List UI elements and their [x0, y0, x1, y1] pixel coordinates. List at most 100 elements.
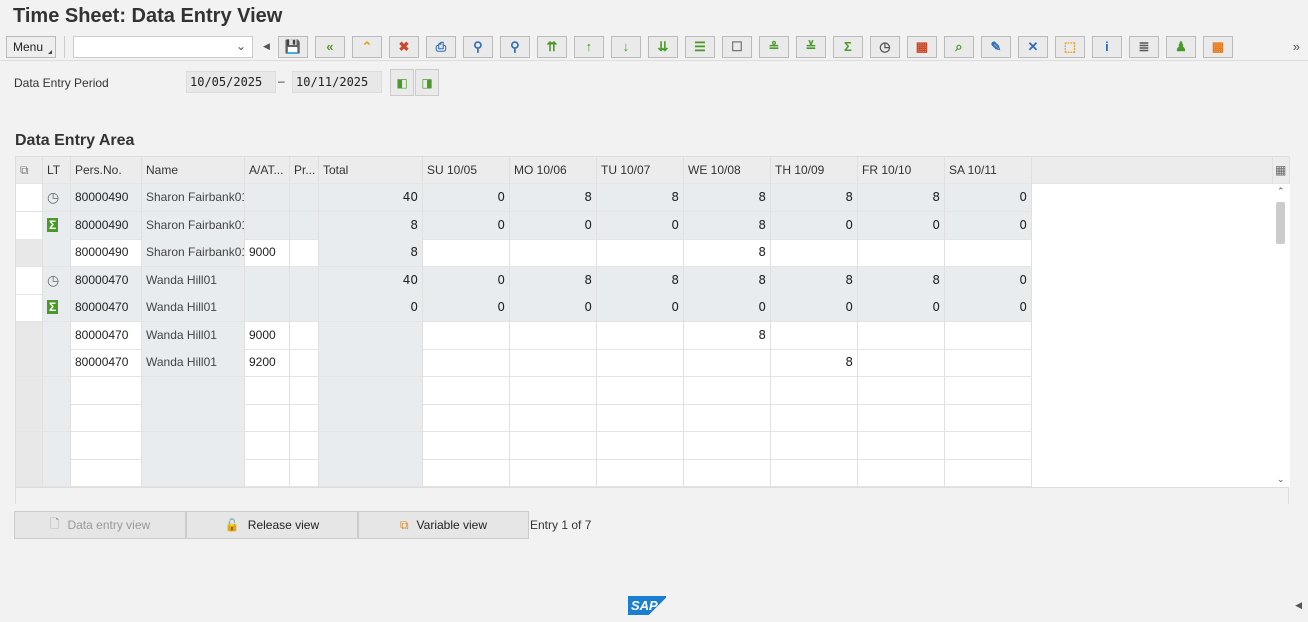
day-hours-cell[interactable]	[510, 239, 597, 267]
column-header[interactable]: Pers.No.	[71, 157, 142, 184]
day-hours-cell[interactable]	[945, 321, 1032, 350]
day-hours-cell[interactable]	[858, 239, 945, 267]
attendance-type-cell[interactable]	[245, 404, 290, 432]
pers-no-cell[interactable]	[71, 431, 142, 460]
day-hours-cell[interactable]	[771, 376, 858, 405]
day-hours-cell[interactable]	[684, 349, 771, 377]
day-hours-cell[interactable]	[684, 459, 771, 487]
previous-period-button[interactable]: ◧	[390, 69, 414, 96]
row-selector[interactable]	[16, 349, 43, 377]
day-hours-cell[interactable]: 8	[771, 349, 858, 377]
period-from-input[interactable]: 10/05/2025	[186, 71, 276, 93]
day-hours-cell[interactable]	[945, 459, 1032, 487]
day-hours-cell[interactable]	[858, 349, 945, 377]
column-header[interactable]: A/AT...	[245, 157, 290, 184]
day-hours-cell[interactable]	[423, 404, 510, 432]
day-hours-cell[interactable]: 8	[684, 321, 771, 350]
day-hours-cell[interactable]	[771, 459, 858, 487]
column-header[interactable]: Pr...	[290, 157, 319, 184]
sort-ascending-button[interactable]: ≗	[758, 35, 789, 58]
last-page-button[interactable]: ⇊	[647, 35, 678, 58]
day-hours-cell[interactable]	[510, 349, 597, 377]
scroll-up-icon[interactable]: ⌃	[1277, 186, 1285, 197]
row-selector[interactable]	[16, 184, 43, 212]
day-hours-cell[interactable]	[858, 459, 945, 487]
back-button[interactable]: «	[314, 35, 345, 58]
details-button[interactable]: ⌕	[943, 35, 974, 58]
row-selector[interactable]	[16, 239, 43, 267]
cancel-button[interactable]: ✖	[388, 35, 419, 58]
save-button[interactable]: 💾	[277, 35, 308, 58]
day-hours-cell[interactable]	[510, 321, 597, 350]
pers-no-cell[interactable]: 80000470	[71, 349, 142, 377]
pr-cell[interactable]	[290, 349, 319, 377]
clock-button[interactable]: ◷	[869, 35, 900, 58]
period-to-input[interactable]: 10/11/2025	[292, 71, 382, 93]
column-header[interactable]: LT	[43, 157, 71, 184]
day-hours-cell[interactable]	[597, 404, 684, 432]
pers-no-cell[interactable]	[71, 459, 142, 487]
collapse-icon[interactable]: ◀	[263, 41, 270, 52]
day-hours-cell[interactable]	[510, 459, 597, 487]
row-selector[interactable]	[16, 321, 43, 350]
collapse-icon[interactable]: ◀	[1295, 600, 1302, 611]
data-entry-view-button[interactable]: 🗋 Data entry view	[14, 511, 186, 539]
row-selector[interactable]	[16, 294, 43, 322]
day-hours-cell[interactable]	[423, 376, 510, 405]
deselect-all-button[interactable]: ☐	[721, 35, 752, 58]
scrollbar-thumb[interactable]	[1276, 202, 1285, 244]
next-period-button[interactable]: ◨	[415, 69, 439, 96]
day-hours-cell[interactable]	[510, 404, 597, 432]
pr-cell[interactable]	[290, 404, 319, 432]
pr-cell[interactable]	[290, 431, 319, 460]
row-selector[interactable]	[16, 431, 43, 460]
day-hours-cell[interactable]	[945, 404, 1032, 432]
chevron-down-icon[interactable]: ⌄	[236, 39, 246, 53]
select-all-rows-button[interactable]: ⧉	[16, 157, 43, 184]
row-selector[interactable]	[16, 404, 43, 432]
calendar-button[interactable]: ▦	[906, 35, 937, 58]
attendance-type-cell[interactable]: 9000	[245, 321, 290, 350]
column-header[interactable]: Total	[319, 157, 423, 184]
personnel-button[interactable]: ♟	[1165, 35, 1196, 58]
day-hours-cell[interactable]	[945, 376, 1032, 405]
column-header[interactable]: MO 10/06	[510, 157, 597, 184]
attendance-type-cell[interactable]: 9200	[245, 349, 290, 377]
day-hours-cell[interactable]	[597, 349, 684, 377]
attendance-type-cell[interactable]	[245, 459, 290, 487]
row-selector[interactable]	[16, 266, 43, 295]
day-hours-cell[interactable]	[771, 431, 858, 460]
find-next-button[interactable]: ⚲	[499, 35, 530, 58]
info-button[interactable]: i	[1091, 35, 1122, 58]
command-field[interactable]: ⌄	[73, 35, 253, 58]
release-view-button[interactable]: 🔓 Release view	[186, 511, 358, 539]
day-hours-cell[interactable]	[510, 431, 597, 460]
first-page-button[interactable]: ⇈	[536, 35, 567, 58]
column-header[interactable]: TU 10/07	[597, 157, 684, 184]
day-hours-cell[interactable]	[684, 431, 771, 460]
assign-button[interactable]: ⬚	[1054, 35, 1085, 58]
day-hours-cell[interactable]	[858, 321, 945, 350]
select-all-button[interactable]: ☰	[684, 35, 715, 58]
previous-page-button[interactable]: ↑	[573, 35, 604, 58]
delete-button[interactable]: ✕	[1017, 35, 1048, 58]
pers-no-cell[interactable]	[71, 376, 142, 405]
attendance-type-cell[interactable]	[245, 431, 290, 460]
pers-no-cell[interactable]: 80000470	[71, 321, 142, 350]
day-hours-cell[interactable]	[858, 431, 945, 460]
variable-view-button[interactable]: ⧉ Variable view	[358, 511, 529, 539]
day-hours-cell[interactable]	[423, 321, 510, 350]
next-page-button[interactable]: ↓	[610, 35, 641, 58]
row-selector[interactable]	[16, 459, 43, 487]
pr-cell[interactable]	[290, 239, 319, 267]
day-hours-cell[interactable]	[945, 239, 1032, 267]
day-hours-cell[interactable]	[597, 376, 684, 405]
column-header[interactable]: SA 10/11	[945, 157, 1032, 184]
day-hours-cell[interactable]	[597, 239, 684, 267]
overview-button[interactable]: ≣	[1128, 35, 1159, 58]
column-header[interactable]: SU 10/05	[423, 157, 510, 184]
day-hours-cell[interactable]	[858, 376, 945, 405]
pers-no-cell[interactable]: 80000490	[71, 239, 142, 267]
row-selector[interactable]	[16, 211, 43, 240]
pr-cell[interactable]	[290, 459, 319, 487]
